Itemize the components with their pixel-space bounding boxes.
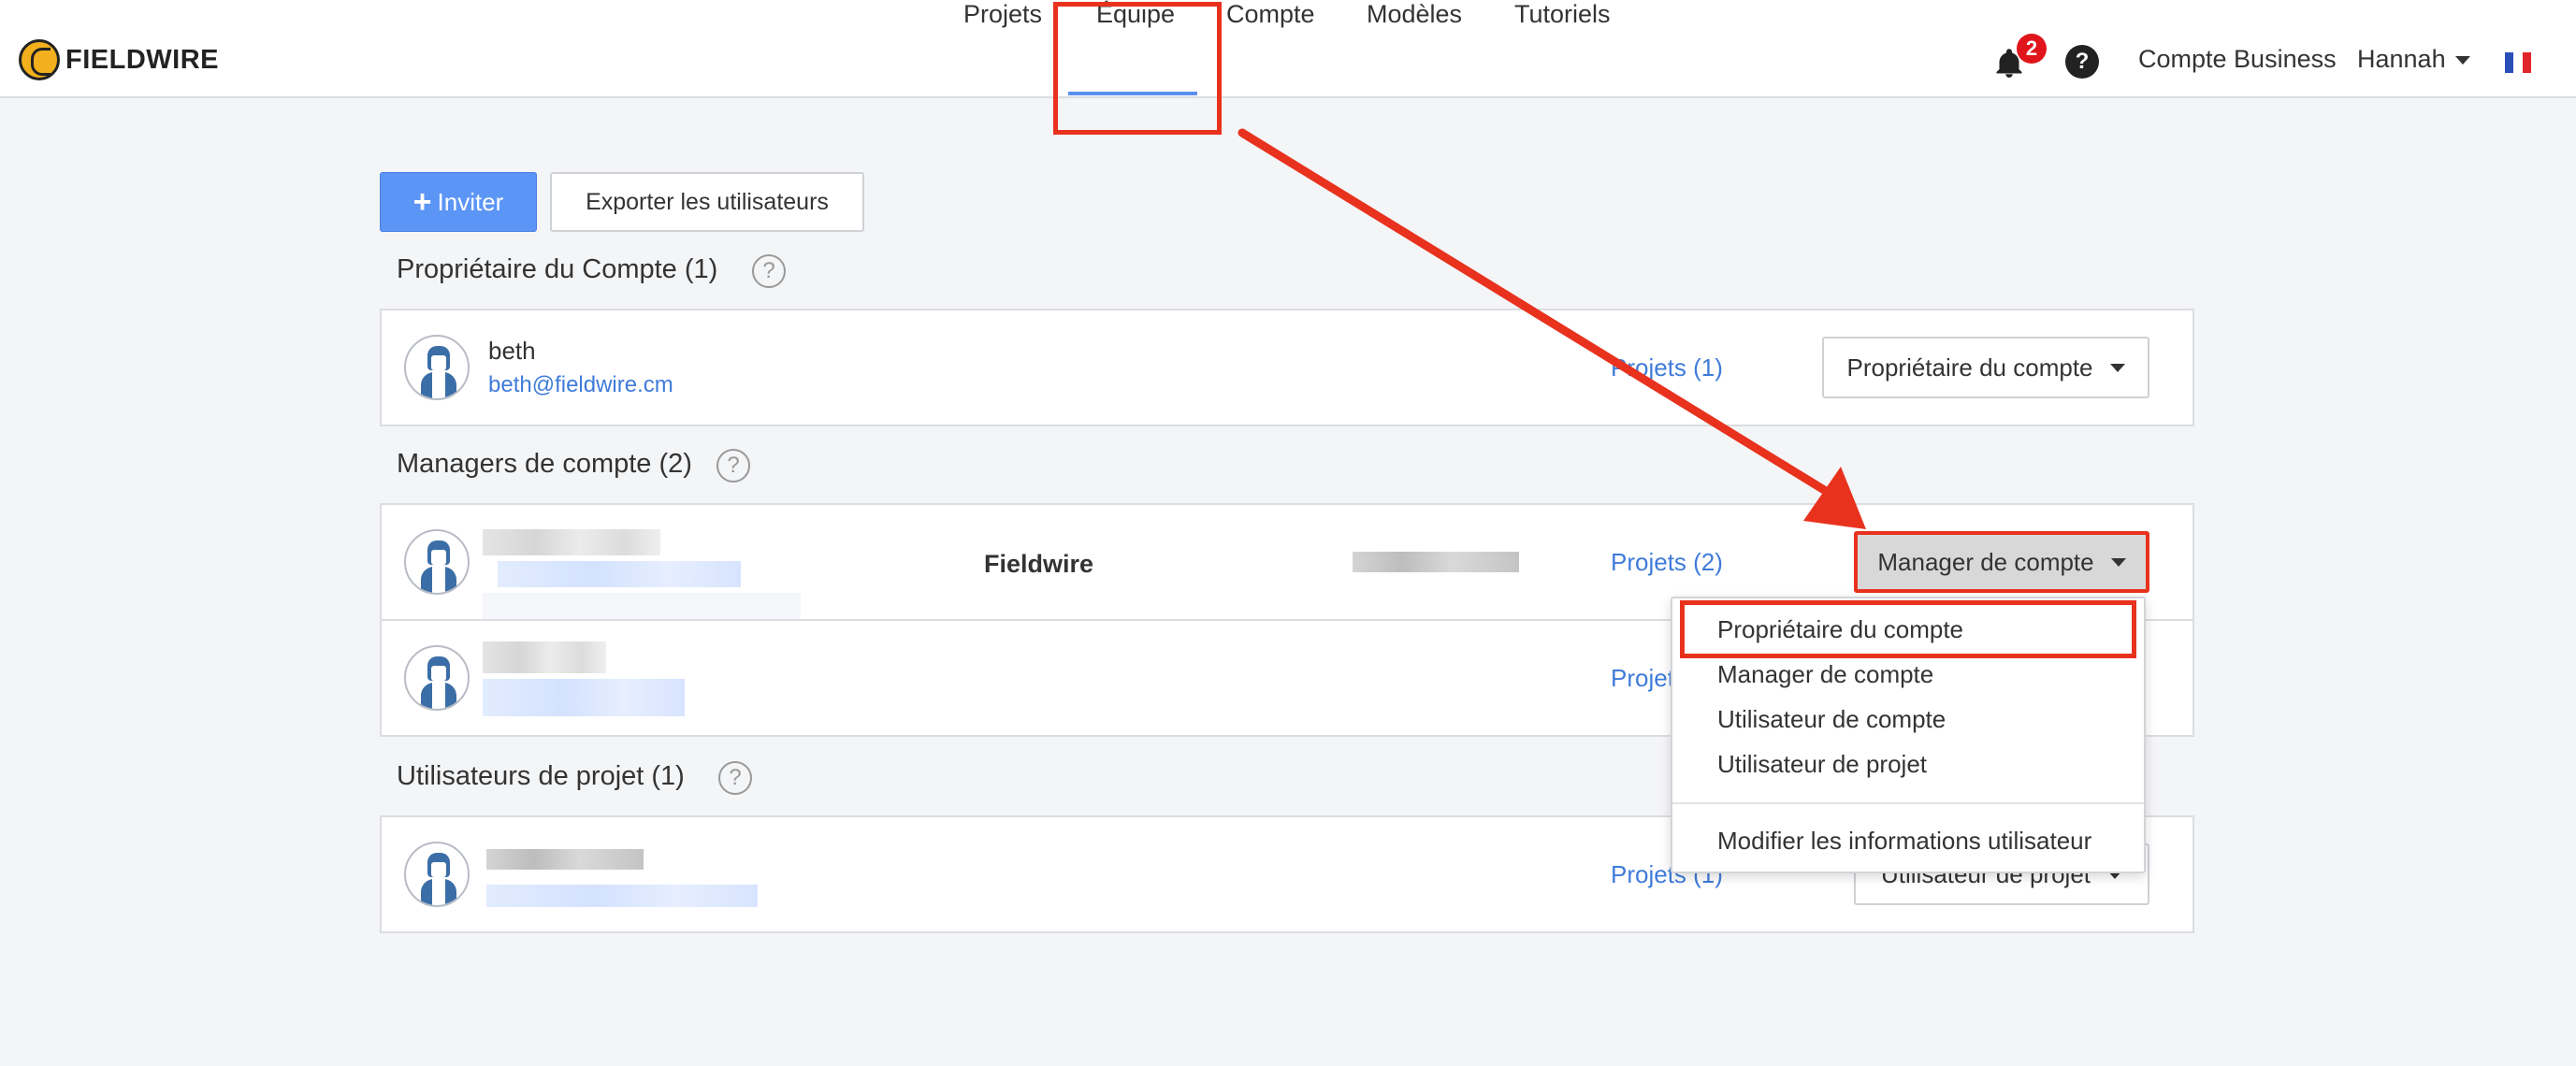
user-menu[interactable]: Hannah: [2357, 45, 2470, 74]
avatar: [404, 645, 470, 711]
user-menu-label: Hannah: [2357, 45, 2446, 73]
nav-tutoriels[interactable]: Tutoriels: [1514, 0, 1611, 29]
role-option-owner[interactable]: Propriétaire du compte: [1717, 615, 1963, 644]
fieldwire-logo-icon: [19, 39, 60, 80]
redacted-user-name: [486, 849, 644, 870]
export-users-button[interactable]: Exporter les utilisateurs: [550, 172, 864, 232]
chevron-down-icon: [2109, 363, 2125, 372]
company-name: Fieldwire: [984, 550, 1094, 578]
avatar: [404, 529, 470, 595]
active-tab-indicator: [1068, 92, 1197, 95]
nav-equipe[interactable]: Équipe: [1096, 0, 1175, 29]
invite-button[interactable]: + Inviter: [380, 172, 537, 232]
redacted-user-detail: [483, 593, 801, 621]
role-select-open[interactable]: Manager de compte: [1854, 531, 2149, 593]
redacted-phone: [1353, 552, 1519, 572]
redacted-user-name: [483, 641, 606, 673]
invite-button-label: Inviter: [437, 187, 504, 216]
redacted-user-email: [483, 679, 685, 716]
avatar: [404, 842, 470, 907]
managers-section-title: Managers de compte (2): [397, 449, 692, 479]
role-dropdown-menu: Propriétaire du compte Manager de compte…: [1671, 597, 2146, 873]
redacted-user-email: [498, 561, 741, 587]
avatar: [404, 335, 470, 400]
role-option-project-user[interactable]: Utilisateur de projet: [1717, 750, 1927, 779]
redacted-user-email: [486, 885, 758, 907]
project-users-section-title: Utilisateurs de projet (1): [397, 761, 685, 791]
user-name: beth: [488, 337, 536, 365]
redacted-user-name: [483, 529, 660, 555]
chevron-down-icon: [2110, 557, 2126, 567]
help-icon[interactable]: ?: [2065, 45, 2099, 79]
user-email[interactable]: beth@fieldwire.cm: [488, 372, 673, 398]
projects-link[interactable]: Projets (1): [1611, 353, 1723, 382]
role-select[interactable]: Propriétaire du compte: [1822, 337, 2149, 398]
menu-divider: [1672, 802, 2144, 804]
help-circle-icon[interactable]: ?: [718, 761, 752, 795]
projects-link[interactable]: Projets (2): [1611, 548, 1723, 577]
nav-compte[interactable]: Compte: [1226, 0, 1315, 29]
nav-modeles[interactable]: Modèles: [1367, 0, 1462, 29]
business-account-link[interactable]: Compte Business: [2138, 45, 2337, 74]
plus-icon: +: [412, 183, 432, 220]
owner-section-title: Propriétaire du Compte (1): [397, 254, 718, 284]
edit-user-info-option[interactable]: Modifier les informations utilisateur: [1717, 827, 2091, 856]
owner-user-list: beth beth@fieldwire.cm Projets (1) Propr…: [380, 309, 2194, 426]
chevron-down-icon: [2454, 56, 2470, 65]
notification-count-badge: 2: [2017, 34, 2047, 64]
help-circle-icon[interactable]: ?: [716, 449, 750, 483]
brand-name: FIELDWIRE: [65, 44, 219, 75]
nav-projets[interactable]: Projets: [963, 0, 1042, 29]
french-flag-icon[interactable]: [2505, 52, 2531, 73]
role-select-value: Propriétaire du compte: [1846, 353, 2093, 382]
fieldwire-logo[interactable]: FIELDWIRE: [19, 39, 219, 80]
top-navigation-bar: FIELDWIRE Projets Équipe Compte Modèles …: [0, 0, 2576, 98]
help-circle-icon[interactable]: ?: [752, 254, 786, 288]
role-select-value: Manager de compte: [1877, 547, 2094, 576]
role-option-account-user[interactable]: Utilisateur de compte: [1717, 705, 1946, 734]
role-option-manager[interactable]: Manager de compte: [1717, 660, 1933, 689]
